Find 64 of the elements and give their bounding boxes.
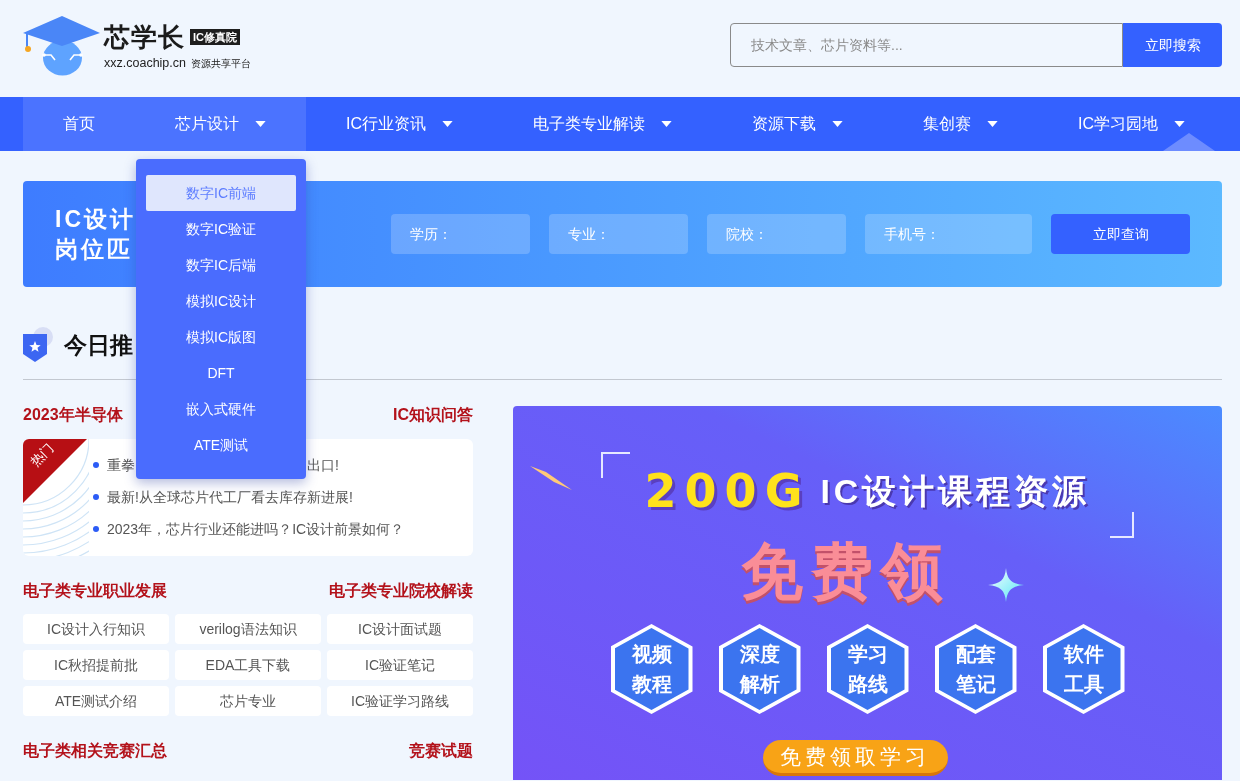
- query-button[interactable]: 立即查询: [1051, 214, 1190, 254]
- banner-title: 岗位匹: [55, 235, 133, 264]
- tag-link[interactable]: verilog语法知识: [175, 614, 321, 644]
- caret-down-icon: [987, 121, 998, 127]
- menu-item[interactable]: 嵌入式硬件: [146, 391, 296, 427]
- tag-link[interactable]: EDA工具下载: [175, 650, 321, 680]
- search-field[interactable]: 技术文章、芯片资料等...: [730, 23, 1123, 67]
- tag-link[interactable]: ATE测试介绍: [23, 686, 169, 716]
- nav-item[interactable]: IC行业资讯: [306, 97, 493, 151]
- section-heading: 电子类相关竞赛汇总: [23, 741, 167, 761]
- bullet-icon: [93, 526, 99, 532]
- triangle-icon: [1163, 133, 1215, 151]
- nav-item[interactable]: IC学习园地: [1038, 97, 1225, 151]
- banner-title: IC设计: [55, 205, 136, 234]
- bullet-icon: [93, 462, 99, 468]
- section-heading: 2023年半导体: [23, 405, 123, 425]
- logo-badge: IC修真院: [190, 29, 240, 46]
- menu-item[interactable]: 数字IC前端: [146, 175, 296, 211]
- section-link[interactable]: IC知识问答: [393, 403, 473, 427]
- graduation-cap-logo-icon: [21, 14, 101, 76]
- caret-down-icon: [661, 121, 672, 127]
- light-streak-icon: [530, 464, 572, 492]
- promo-highlight: 200G: [644, 466, 811, 516]
- corner-bracket-icon: [1110, 512, 1135, 538]
- nav-item[interactable]: 首页: [23, 97, 135, 151]
- nav-item[interactable]: 集创赛: [883, 97, 1038, 151]
- menu-item[interactable]: 模拟IC版图: [146, 319, 296, 355]
- news-link[interactable]: 出口!: [307, 454, 339, 476]
- tag-link[interactable]: IC验证学习路线: [327, 686, 473, 716]
- section-title: 今日推: [64, 330, 133, 360]
- menu-item[interactable]: 数字IC验证: [146, 211, 296, 247]
- menu-item[interactable]: 数字IC后端: [146, 247, 296, 283]
- caret-down-icon: [832, 121, 843, 127]
- tag-link[interactable]: IC设计入行知识: [23, 614, 169, 644]
- hot-badge: 热门: [23, 439, 87, 503]
- caret-down-icon: [442, 121, 453, 127]
- menu-item[interactable]: DFT: [146, 355, 296, 391]
- section-link[interactable]: 电子类专业院校解读: [329, 579, 473, 603]
- nav-item[interactable]: 电子类专业解读: [493, 97, 712, 151]
- promo-offer: 免费领: [741, 540, 951, 604]
- search-button[interactable]: 立即搜索: [1123, 23, 1222, 67]
- logo-slogan: 资源共享平台: [191, 57, 251, 72]
- promo-headline: IC设计课程资源: [820, 471, 1091, 512]
- tag-link[interactable]: IC设计面试题: [327, 614, 473, 644]
- menu-item[interactable]: 模拟IC设计: [146, 283, 296, 319]
- section-heading: 电子类专业职业发展: [23, 581, 167, 601]
- news-link[interactable]: 最新!从全球芯片代工厂看去库存新进展!: [107, 486, 353, 508]
- caret-down-icon: [1174, 121, 1185, 127]
- promo-banner[interactable]: 200G IC设计课程资源 免费领 视频 教程 深度 解析 学习 路线 配套 笔记 软件 工具 免费领取学习: [513, 406, 1222, 780]
- nav-item[interactable]: 芯片设计: [135, 97, 306, 151]
- news-link[interactable]: 2023年，芯片行业还能进吗？IC设计前景如何？: [107, 518, 405, 540]
- star-shield-icon: [23, 327, 53, 363]
- caret-down-icon: [255, 121, 266, 127]
- news-link[interactable]: 重拳: [107, 454, 135, 476]
- logo-name: 芯学长: [104, 23, 185, 52]
- corner-bracket-icon: [600, 452, 630, 478]
- logo-domain: xxz.coachip.cn: [104, 55, 186, 73]
- tag-link[interactable]: IC秋招提前批: [23, 650, 169, 680]
- bullet-icon: [93, 494, 99, 500]
- menu-item[interactable]: ATE测试: [146, 427, 296, 463]
- tag-link[interactable]: IC验证笔记: [327, 650, 473, 680]
- section-link[interactable]: 竞赛试题: [409, 739, 473, 763]
- tag-link[interactable]: 芯片专业: [175, 686, 321, 716]
- nav-item[interactable]: 资源下载: [712, 97, 883, 151]
